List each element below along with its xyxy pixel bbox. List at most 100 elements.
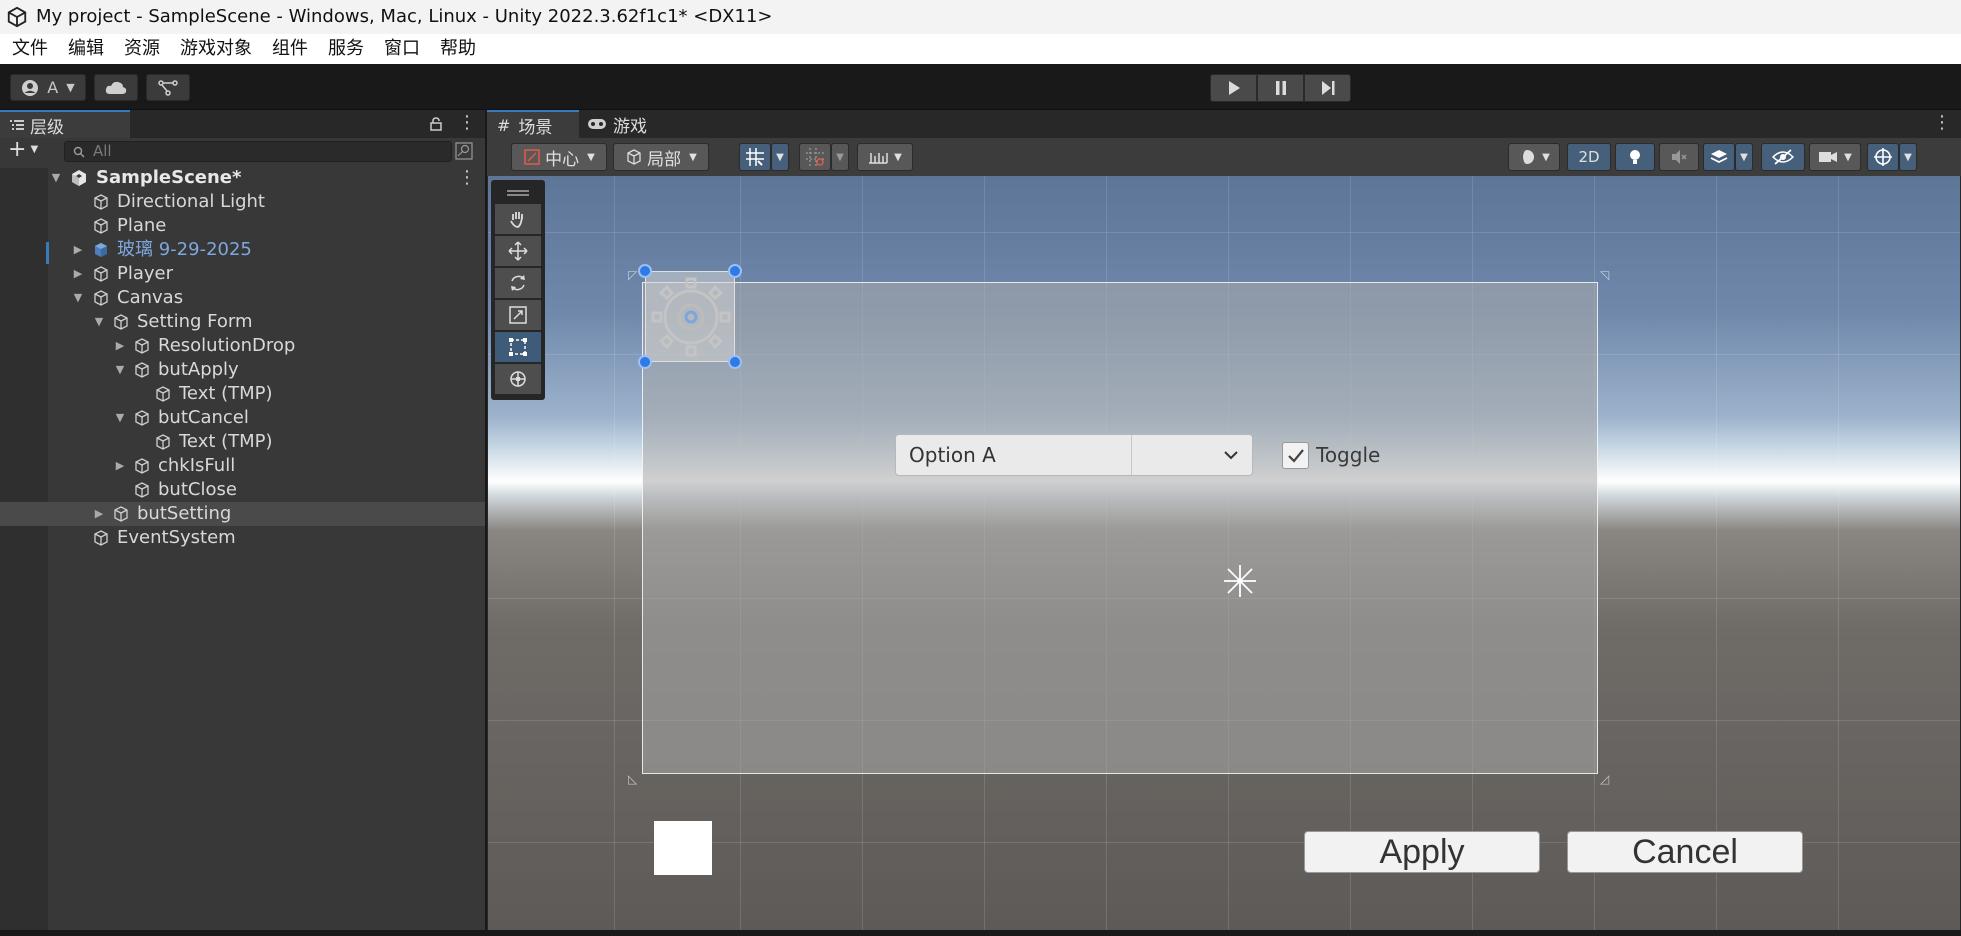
tree-row-glass-prefab[interactable]: ▶ 玻璃 9-29-2025 bbox=[0, 238, 485, 262]
menu-assets[interactable]: 资源 bbox=[118, 35, 166, 63]
resolution-dropdown[interactable]: Option A bbox=[895, 434, 1253, 476]
tree-row-but-setting[interactable]: ▶ butSetting bbox=[0, 502, 485, 526]
tree-row-canvas[interactable]: ▼ Canvas bbox=[0, 286, 485, 310]
tree-row-but-cancel[interactable]: ▼ butCancel bbox=[0, 406, 485, 430]
kebab-menu-icon[interactable]: ⋮ bbox=[458, 112, 476, 133]
expand-arrow-icon[interactable]: ▼ bbox=[114, 358, 126, 382]
mode-2d-button[interactable]: 2D bbox=[1567, 143, 1611, 171]
tree-row-player[interactable]: ▶ Player bbox=[0, 262, 485, 286]
gameobject-cube-icon bbox=[156, 434, 170, 450]
tree-row-resolution-drop[interactable]: ▶ ResolutionDrop bbox=[0, 334, 485, 358]
play-button[interactable] bbox=[1210, 74, 1257, 102]
account-button[interactable]: A ▼ bbox=[10, 74, 86, 101]
menu-gameobject[interactable]: 游戏对象 bbox=[174, 35, 258, 63]
kebab-menu-icon[interactable]: ⋮ bbox=[1933, 112, 1951, 133]
grid-snap-button[interactable] bbox=[739, 143, 771, 171]
fullscreen-toggle[interactable] bbox=[1282, 442, 1309, 469]
menu-services[interactable]: 服务 bbox=[322, 35, 370, 63]
tree-row-scene[interactable]: ▼ SampleScene* ⋮ bbox=[0, 166, 485, 190]
account-icon bbox=[22, 79, 39, 96]
list-icon bbox=[10, 120, 24, 130]
gizmos-toggle[interactable] bbox=[1867, 143, 1899, 171]
tree-row-plane[interactable]: Plane bbox=[0, 214, 485, 238]
audio-muted-icon bbox=[1672, 150, 1687, 164]
eye-slash-icon bbox=[1772, 149, 1794, 165]
camera-dropdown[interactable]: ▼ bbox=[1809, 143, 1861, 171]
lock-icon[interactable] bbox=[430, 117, 442, 131]
tab-hierarchy[interactable]: 层级 bbox=[0, 110, 130, 138]
lighting-toggle[interactable] bbox=[1615, 143, 1655, 171]
create-button[interactable]: + ▼ bbox=[8, 139, 38, 161]
chevron-down-icon bbox=[1224, 451, 1238, 460]
expand-arrow-icon[interactable]: ▼ bbox=[50, 166, 62, 190]
expand-arrow-icon[interactable]: ▼ bbox=[114, 406, 126, 430]
menu-window[interactable]: 窗口 bbox=[378, 35, 426, 63]
tab-scene[interactable]: # 场景 bbox=[487, 110, 579, 138]
rect-tool-button[interactable] bbox=[495, 332, 541, 362]
space-mode-dropdown[interactable]: 局部 ▼ bbox=[613, 143, 709, 171]
resize-handle[interactable] bbox=[638, 264, 652, 278]
transform-tool-button[interactable] bbox=[495, 364, 541, 394]
kebab-menu-icon[interactable]: ⋮ bbox=[458, 166, 476, 190]
version-control-button[interactable] bbox=[146, 74, 190, 101]
apply-button[interactable]: Apply bbox=[1304, 831, 1540, 873]
expand-arrow-icon[interactable]: ▶ bbox=[114, 454, 126, 478]
chevron-down-icon: ▼ bbox=[1542, 151, 1550, 163]
tree-row-cancel-text[interactable]: Text (TMP) bbox=[0, 430, 485, 454]
ruler-button[interactable]: ▼ bbox=[857, 143, 913, 171]
menu-bar: 文件 编辑 资源 游戏对象 组件 服务 窗口 帮助 bbox=[0, 34, 1961, 64]
chevron-down-icon: ▼ bbox=[1844, 151, 1852, 163]
tab-game[interactable]: 游戏 bbox=[587, 110, 667, 138]
increment-snap-dropdown[interactable]: ▼ bbox=[831, 143, 849, 171]
tool-palette bbox=[491, 180, 545, 400]
expand-arrow-icon[interactable]: ▼ bbox=[72, 286, 84, 310]
gameobject-cube-icon bbox=[135, 482, 149, 498]
effects-dropdown[interactable]: ▼ bbox=[1735, 143, 1753, 171]
grid-snap-dropdown[interactable]: ▼ bbox=[771, 143, 789, 171]
hand-tool-button[interactable] bbox=[495, 204, 541, 234]
scene-name: SampleScene* bbox=[96, 167, 242, 188]
expand-arrow-icon[interactable]: ▶ bbox=[72, 262, 84, 286]
tree-row-setting-form[interactable]: ▼ Setting Form bbox=[0, 310, 485, 334]
expand-arrow-icon[interactable]: ▶ bbox=[93, 502, 105, 526]
tree-row-chk-is-full[interactable]: ▶ chkIsFull bbox=[0, 454, 485, 478]
shading-mode-dropdown[interactable]: ▼ bbox=[1508, 143, 1560, 171]
expand-arrow-icon[interactable]: ▶ bbox=[114, 334, 126, 358]
menu-component[interactable]: 组件 bbox=[266, 35, 314, 63]
move-tool-button[interactable] bbox=[495, 236, 541, 266]
gizmos-dropdown[interactable]: ▼ bbox=[1899, 143, 1917, 171]
tree-label: Plane bbox=[117, 215, 167, 236]
tree-row-but-apply[interactable]: ▼ butApply bbox=[0, 358, 485, 382]
rotate-tool-button[interactable] bbox=[495, 268, 541, 298]
cloud-button[interactable] bbox=[94, 74, 138, 101]
menu-help[interactable]: 帮助 bbox=[434, 35, 482, 63]
expand-arrow-icon[interactable]: ▶ bbox=[72, 238, 84, 262]
menu-file[interactable]: 文件 bbox=[6, 35, 54, 63]
tree-label: 玻璃 9-29-2025 bbox=[117, 239, 252, 260]
scale-tool-button[interactable] bbox=[495, 300, 541, 330]
pivot-mode-dropdown[interactable]: 中心 ▼ bbox=[511, 143, 607, 171]
cancel-button[interactable]: Cancel bbox=[1567, 831, 1803, 873]
expand-arrow-icon[interactable]: ▼ bbox=[93, 310, 105, 334]
audio-toggle[interactable] bbox=[1659, 143, 1699, 171]
effects-toggle[interactable] bbox=[1703, 143, 1735, 171]
step-button[interactable] bbox=[1304, 74, 1351, 102]
pause-button[interactable] bbox=[1257, 74, 1304, 102]
tree-row-apply-text[interactable]: Text (TMP) bbox=[0, 382, 485, 406]
resize-handle[interactable] bbox=[728, 264, 742, 278]
resize-handle[interactable] bbox=[638, 355, 652, 369]
tree-label: Text (TMP) bbox=[179, 431, 273, 452]
tree-row-directional-light[interactable]: Directional Light bbox=[0, 190, 485, 214]
resize-handle[interactable] bbox=[728, 355, 742, 369]
scene-toolbar: 中心 ▼ 局部 ▼ ▼ ▼ ▼ ▼ 2D ▼ ▼ ▼ bbox=[487, 138, 1961, 176]
search-options-icon[interactable] bbox=[455, 142, 473, 160]
setting-form-panel[interactable] bbox=[642, 282, 1598, 774]
hidden-objects-toggle[interactable] bbox=[1761, 143, 1805, 171]
but-setting-object[interactable] bbox=[645, 271, 735, 362]
menu-edit[interactable]: 编辑 bbox=[62, 35, 110, 63]
tree-row-event-system[interactable]: EventSystem bbox=[0, 526, 485, 550]
tree-row-but-close[interactable]: butClose bbox=[0, 478, 485, 502]
increment-snap-button[interactable] bbox=[799, 143, 831, 171]
hierarchy-search-input[interactable]: All bbox=[64, 141, 452, 162]
ruler-icon bbox=[869, 153, 888, 164]
